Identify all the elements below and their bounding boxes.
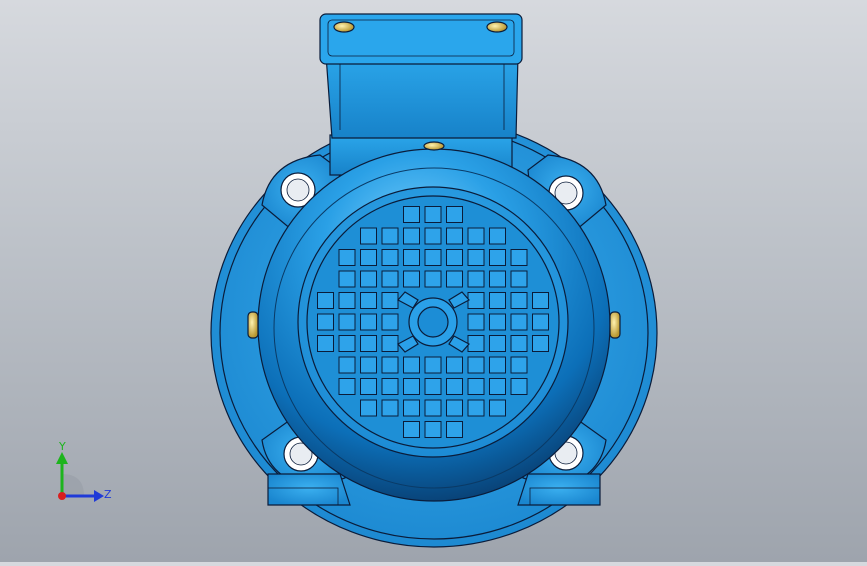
grille-cell <box>338 378 356 395</box>
grille-cell <box>360 335 377 352</box>
grille-cell <box>403 421 420 438</box>
grille-cell <box>381 335 399 352</box>
lid-screw-left <box>333 21 355 33</box>
grille-cell <box>489 292 506 309</box>
grille-cell <box>510 378 528 395</box>
triad-xy-plane <box>62 474 84 496</box>
grille-cell <box>510 270 528 288</box>
grille-cell <box>381 292 399 309</box>
grille-cell <box>317 335 334 352</box>
grille-cell <box>338 335 356 352</box>
grille-cell <box>467 399 485 417</box>
motor-model-view[interactable] <box>0 0 867 562</box>
grille-cell <box>467 356 485 374</box>
grille-cell <box>317 313 334 331</box>
grille-cell <box>338 270 356 288</box>
grille-cell <box>338 356 356 374</box>
grille-cell <box>424 378 442 395</box>
grille-cell <box>489 399 506 417</box>
grille-cell <box>403 227 420 245</box>
grille-cell <box>532 313 549 331</box>
grille-cell <box>489 356 506 374</box>
grille-cell <box>489 270 506 288</box>
grille-cell <box>381 356 399 374</box>
grille-cell <box>338 249 356 266</box>
grille-cell <box>510 356 528 374</box>
fan-hub-bore <box>417 306 449 338</box>
grille-cell <box>510 335 528 352</box>
cad-graphics-viewport[interactable] <box>0 0 867 562</box>
grille-cell <box>381 227 399 245</box>
grille-cell <box>381 378 399 395</box>
grille-cell <box>446 356 463 374</box>
grille-cell <box>446 399 463 417</box>
grille-cell <box>360 399 377 417</box>
grille-cell <box>403 249 420 266</box>
grille-cell <box>403 378 420 395</box>
grille-cell <box>467 270 485 288</box>
grille-cell <box>424 421 442 438</box>
grille-cell <box>360 270 377 288</box>
grille-cell <box>446 421 463 438</box>
triad-y-label: Y <box>58 440 66 453</box>
grille-cell <box>467 249 485 266</box>
grille-cell <box>381 399 399 417</box>
grille-cell <box>424 270 442 288</box>
grille-cell <box>338 292 356 309</box>
grille-cell <box>467 227 485 245</box>
grille-cell <box>317 292 334 309</box>
grille-cell <box>424 227 442 245</box>
grille-cell <box>424 356 442 374</box>
grille-cell <box>403 399 420 417</box>
grille-cell <box>489 335 506 352</box>
grille-cell <box>446 378 463 395</box>
side-bolt-right <box>609 311 621 339</box>
grille-cell <box>510 292 528 309</box>
terminal-box-body <box>325 54 519 139</box>
grille-cell <box>424 206 442 223</box>
grille-cell <box>360 249 377 266</box>
grille-cell <box>360 227 377 245</box>
grille-cell <box>446 270 463 288</box>
grille-cell <box>424 399 442 417</box>
triad-z-label: Z <box>104 488 112 501</box>
top-grease-nipple <box>423 141 445 151</box>
grille-cell <box>360 292 377 309</box>
grille-cell <box>532 292 549 309</box>
grille-cell <box>446 206 463 223</box>
lid-screw-right <box>486 21 508 33</box>
grille-cell <box>489 227 506 245</box>
axis-triad: Y Z <box>40 438 120 518</box>
grille-cell <box>403 206 420 223</box>
grille-cell <box>467 313 485 331</box>
triad-x-axis <box>58 492 66 500</box>
grille-cell <box>360 356 377 374</box>
grille-cell <box>446 227 463 245</box>
grille-cell <box>424 249 442 266</box>
grille-cell <box>467 378 485 395</box>
grille-cell <box>489 249 506 266</box>
grille-cell <box>403 270 420 288</box>
grille-cell <box>381 249 399 266</box>
grille-cell <box>467 335 485 352</box>
side-bolt-left <box>247 311 259 339</box>
grille-cell <box>338 313 356 331</box>
grille-cell <box>403 356 420 374</box>
terminal-box-lid <box>319 13 523 65</box>
grille-cell <box>446 249 463 266</box>
grille-cell <box>510 249 528 266</box>
grille-cell <box>360 378 377 395</box>
grille-cell <box>381 270 399 288</box>
grille-cell <box>510 313 528 331</box>
grille-cell <box>467 292 485 309</box>
grille-cell <box>360 313 377 331</box>
grille-cell <box>381 313 399 331</box>
grille-cell <box>532 335 549 352</box>
grille-cell <box>489 313 506 331</box>
grille-cell <box>489 378 506 395</box>
